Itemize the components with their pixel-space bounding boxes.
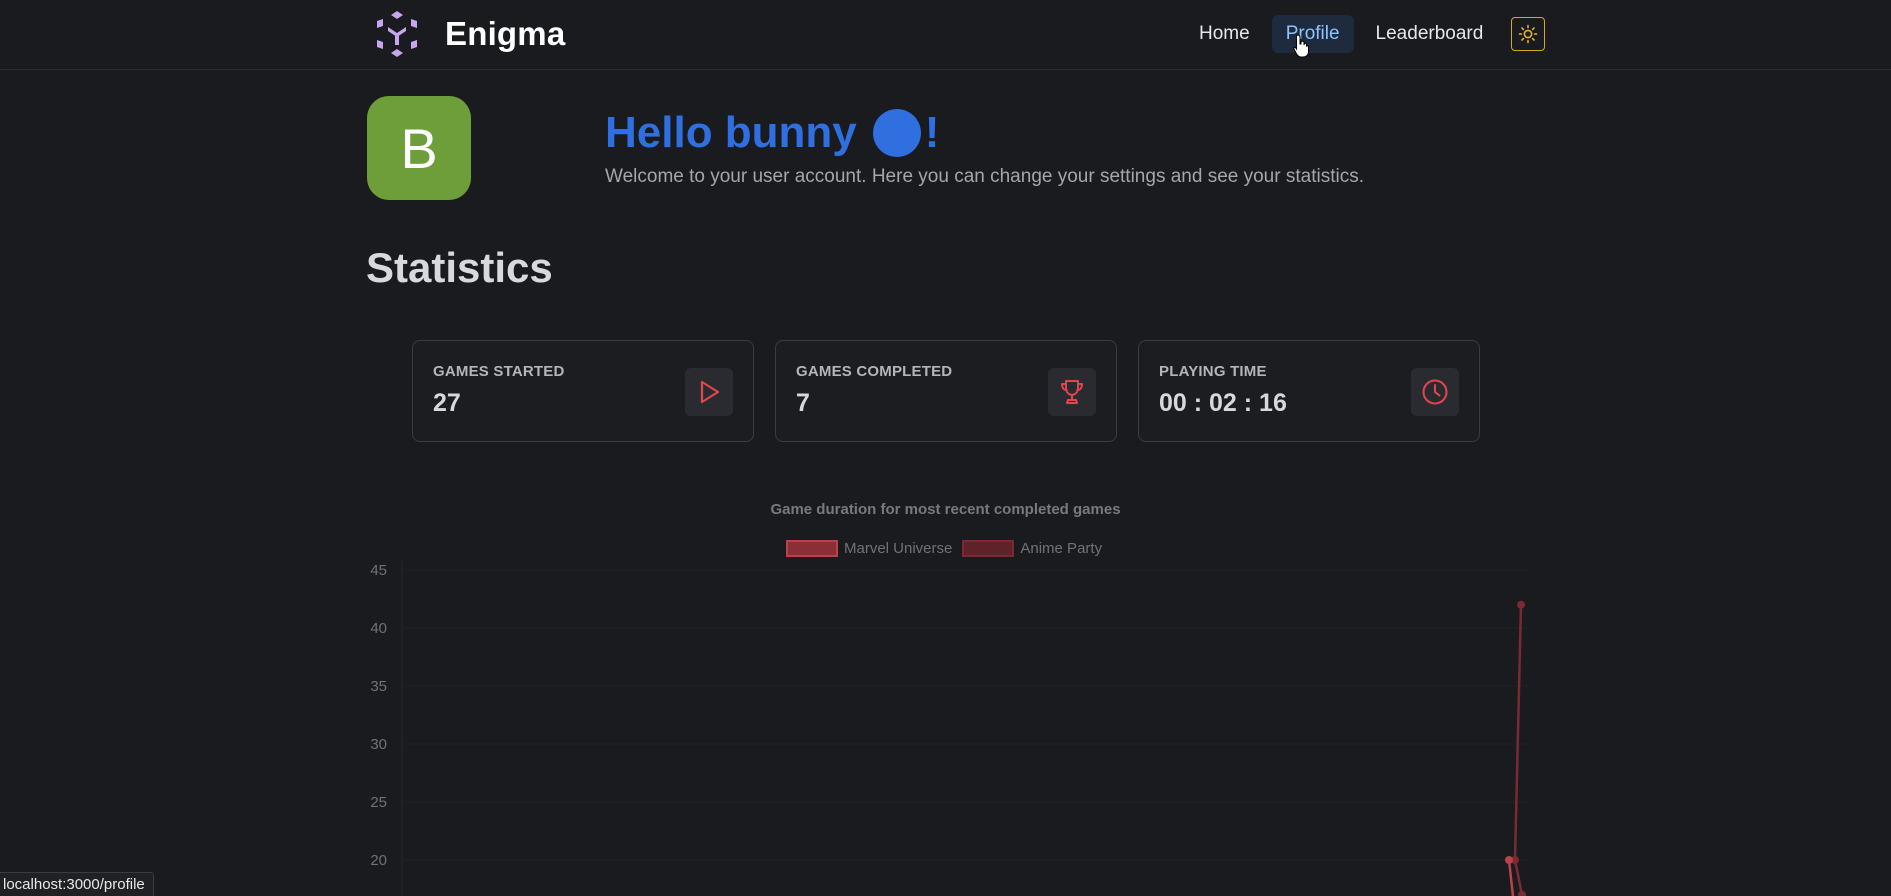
nav-link-leaderboard[interactable]: Leaderboard: [1362, 15, 1498, 53]
y-tick-label: 30: [370, 736, 387, 753]
y-tick-label: 25: [370, 794, 387, 811]
statistics-heading: Statistics: [366, 244, 553, 291]
nav-link-profile[interactable]: Profile: [1271, 15, 1354, 53]
mouse-cursor-icon: [1293, 34, 1309, 58]
enigma-logo-icon: [377, 11, 417, 57]
brand[interactable]: Enigma: [371, 8, 565, 60]
brand-name: Enigma: [445, 15, 566, 52]
series-line-anime-party: [1513, 604, 1524, 896]
sun-icon: [1519, 24, 1538, 44]
stat-card-games-started: GAMES STARTED 27: [412, 340, 754, 442]
data-point-anime-party[interactable]: [1518, 890, 1526, 896]
play-icon: [700, 380, 720, 404]
y-tick-label: 35: [370, 678, 387, 695]
avatar[interactable]: B: [367, 96, 471, 200]
y-tick-label: 45: [370, 562, 387, 579]
stat-label: GAMES COMPLETED: [796, 363, 953, 380]
navbar: Enigma Home Profile Leaderboard: [0, 0, 1891, 70]
nav-links: Home Profile Leaderboard: [1185, 15, 1546, 53]
blue-circle-emoji-icon: [872, 109, 921, 157]
series-line-marvel-universe: [1507, 859, 1515, 896]
welcome-text: Welcome to your user account. Here you c…: [605, 166, 1364, 187]
stat-label: PLAYING TIME: [1159, 363, 1267, 380]
page: Enigma Home Profile Leaderboard B Hello …: [0, 0, 1891, 896]
greeting-heading: Hello bunny !: [605, 108, 939, 158]
greeting-exclamation: !: [924, 108, 940, 157]
greeting-text: Hello bunny: [605, 108, 857, 157]
y-tick-label: 40: [370, 620, 387, 637]
stat-value: 00 : 02 : 16: [1159, 389, 1287, 417]
stat-icon-box: [1048, 368, 1096, 416]
stat-value: 7: [796, 389, 810, 417]
trophy-icon: [1061, 380, 1083, 404]
stat-value: 27: [433, 389, 461, 417]
data-point-anime-party[interactable]: [1517, 600, 1525, 609]
status-bar-url: localhost:3000/profile: [0, 872, 154, 896]
stat-icon-box: [1411, 368, 1459, 416]
duration-chart: Game duration for most recent completed …: [0, 490, 1891, 896]
stat-card-games-completed: GAMES COMPLETED 7: [775, 340, 1117, 442]
nav-link-home[interactable]: Home: [1185, 15, 1264, 53]
stat-card-playing-time: PLAYING TIME 00 : 02 : 16: [1138, 340, 1480, 442]
stat-icon-box: [685, 368, 733, 416]
clock-icon: [1422, 379, 1448, 405]
stat-label: GAMES STARTED: [433, 363, 565, 380]
theme-toggle-button[interactable]: [1511, 17, 1546, 51]
y-tick-label: 20: [370, 852, 387, 869]
chart-plot: 45 40 35 30 25 20: [370, 560, 1530, 896]
